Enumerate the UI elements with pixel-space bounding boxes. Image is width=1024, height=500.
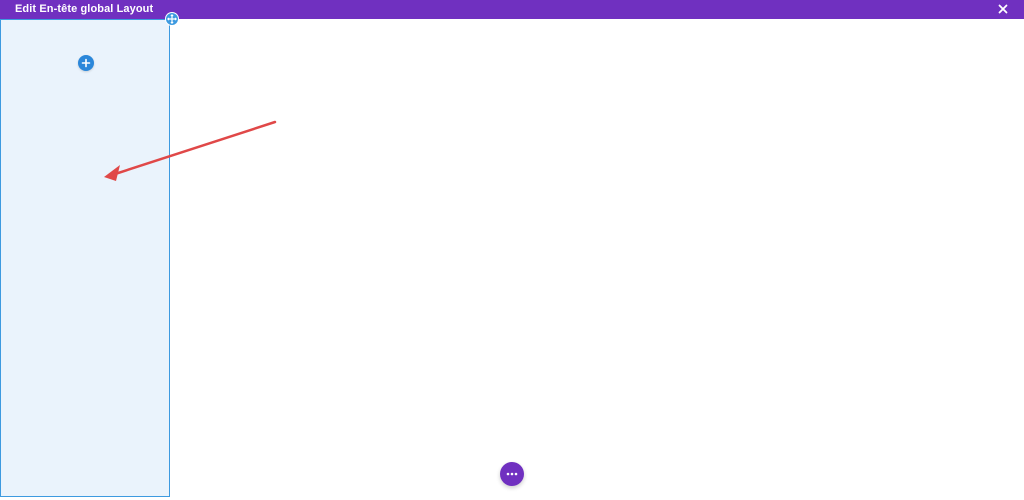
more-options-button[interactable] xyxy=(500,462,524,486)
modal-title: Edit En-tête global Layout xyxy=(15,3,154,15)
ellipsis-icon xyxy=(506,472,518,476)
move-icon[interactable] xyxy=(166,13,178,25)
modal-header: Edit En-tête global Layout xyxy=(0,0,1024,19)
close-icon[interactable] xyxy=(996,2,1010,16)
column[interactable] xyxy=(0,19,170,497)
plus-icon xyxy=(81,58,91,68)
add-module-button[interactable] xyxy=(78,55,94,71)
